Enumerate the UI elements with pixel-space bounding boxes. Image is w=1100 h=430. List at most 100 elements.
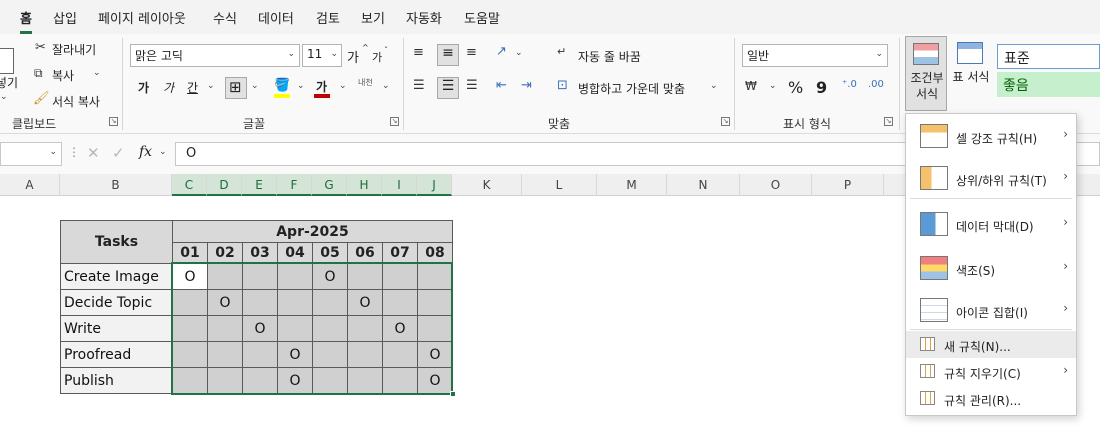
fill-handle[interactable]	[450, 391, 456, 397]
style-normal[interactable]: 표준	[997, 44, 1100, 69]
schedule-cell[interactable]	[242, 289, 278, 316]
fx-dropdown-icon[interactable]: ⌄	[159, 147, 167, 157]
schedule-cell[interactable]	[277, 289, 313, 316]
decrease-indent-icon[interactable]: ⇤	[496, 78, 507, 93]
top-bottom-rules-item[interactable]: 상위/하위 규칙(T) ›	[906, 156, 1076, 198]
copy-button[interactable]: 복사	[52, 67, 74, 84]
font-name-select[interactable]: 맑은 고딕 ⌄	[130, 44, 300, 67]
schedule-cell[interactable]	[207, 315, 243, 342]
tab-view[interactable]: 보기	[361, 8, 385, 27]
merge-center-button[interactable]: 병합하고 가운데 맞춤	[578, 80, 685, 97]
schedule-cell[interactable]	[207, 341, 243, 368]
enter-icon[interactable]: ✓	[112, 144, 125, 162]
percent-button[interactable]: %	[788, 78, 803, 97]
accounting-dropdown-icon[interactable]: ⌄	[769, 81, 777, 91]
schedule-cell[interactable]	[312, 315, 348, 342]
data-bars-item[interactable]: 데이터 막대(D) ›	[906, 202, 1076, 244]
schedule-cell[interactable]	[312, 289, 348, 316]
font-color-dropdown-icon[interactable]: ⌄	[339, 81, 347, 91]
paste-icon[interactable]	[0, 48, 14, 74]
schedule-cell[interactable]	[172, 315, 208, 342]
column-header-f[interactable]: F	[277, 174, 312, 196]
schedule-cell[interactable]	[417, 315, 453, 342]
fill-dropdown-icon[interactable]: ⌄	[297, 81, 305, 91]
task-name-cell[interactable]: Create Image	[60, 263, 173, 290]
tab-review[interactable]: 검토	[316, 8, 340, 27]
clear-rules-item[interactable]: 규칙 지우기(C) ›	[906, 358, 1076, 385]
column-header-a[interactable]: A	[0, 174, 60, 196]
number-launcher-icon[interactable]: ↘	[884, 117, 893, 126]
name-box[interactable]: ⌄	[0, 142, 62, 166]
cut-button[interactable]: 잘라내기	[52, 41, 96, 58]
color-scales-item[interactable]: 색조(S) ›	[906, 246, 1076, 288]
accounting-format-icon[interactable]: ₩	[745, 79, 757, 93]
align-right-icon[interactable]: ☰	[466, 78, 478, 93]
align-center-icon[interactable]: ☰	[437, 77, 459, 99]
align-middle-icon[interactable]: ≡	[437, 44, 459, 66]
schedule-cell[interactable]	[172, 289, 208, 316]
schedule-cell[interactable]	[207, 263, 243, 290]
schedule-cell[interactable]	[417, 289, 453, 316]
column-header-k[interactable]: K	[452, 174, 522, 196]
schedule-cell[interactable]	[312, 367, 348, 394]
phonetic-button[interactable]: 내천	[358, 78, 373, 87]
style-good[interactable]: 좋음	[997, 72, 1100, 97]
schedule-cell[interactable]: O	[312, 263, 348, 290]
tab-help[interactable]: 도움말	[464, 8, 500, 27]
schedule-cell[interactable]	[242, 367, 278, 394]
task-name-cell[interactable]: Write	[60, 315, 173, 342]
schedule-cell[interactable]	[277, 263, 313, 290]
clipboard-launcher-icon[interactable]: ↘	[109, 117, 118, 126]
schedule-cell[interactable]	[417, 263, 453, 290]
manage-rules-item[interactable]: 규칙 관리(R)...	[906, 385, 1076, 412]
schedule-cell[interactable]	[277, 315, 313, 342]
increase-indent-icon[interactable]: ⇥	[521, 78, 532, 93]
column-header-c[interactable]: C	[172, 174, 207, 196]
decrease-decimal-icon[interactable]: .00	[868, 79, 884, 90]
highlight-cell-rules-item[interactable]: 셀 강조 규칙(H) ›	[906, 114, 1076, 156]
schedule-cell[interactable]	[172, 341, 208, 368]
align-left-icon[interactable]: ☰	[413, 78, 425, 93]
column-header-p[interactable]: P	[812, 174, 884, 196]
font-color-button[interactable]: 가	[316, 78, 327, 95]
italic-button[interactable]: 가	[163, 79, 174, 96]
schedule-cell[interactable]: O	[347, 289, 383, 316]
cancel-icon[interactable]: ✕	[87, 144, 100, 162]
align-bottom-icon[interactable]: ≡	[466, 45, 477, 60]
column-header-h[interactable]: H	[347, 174, 382, 196]
shrink-font-button[interactable]: 가	[372, 49, 382, 65]
tab-data[interactable]: 데이터	[258, 8, 294, 27]
merge-dropdown-icon[interactable]: ⌄	[710, 81, 718, 91]
paste-dropdown-icon[interactable]: ⌄	[0, 92, 8, 102]
format-as-table-button[interactable]: 표 서식	[950, 36, 992, 111]
schedule-cell[interactable]: O	[417, 341, 453, 368]
schedule-cell[interactable]	[347, 315, 383, 342]
tab-automate[interactable]: 자동화	[406, 8, 442, 27]
schedule-cell[interactable]: O	[277, 341, 313, 368]
underline-button[interactable]: 간	[187, 79, 198, 96]
alignment-launcher-icon[interactable]: ↘	[721, 117, 730, 126]
schedule-cell[interactable]	[382, 289, 418, 316]
schedule-cell[interactable]	[382, 367, 418, 394]
column-header-j[interactable]: J	[417, 174, 452, 196]
column-header-i[interactable]: I	[382, 174, 417, 196]
column-header-l[interactable]: L	[522, 174, 597, 196]
column-header-d[interactable]: D	[207, 174, 242, 196]
column-header-e[interactable]: E	[242, 174, 277, 196]
schedule-cell[interactable]: O	[242, 315, 278, 342]
font-launcher-icon[interactable]: ↘	[390, 117, 399, 126]
grow-font-button[interactable]: 가	[347, 47, 359, 66]
increase-decimal-icon[interactable]: ⁺.0	[842, 79, 857, 90]
phonetic-dropdown-icon[interactable]: ⌄	[382, 81, 390, 91]
schedule-cell[interactable]	[382, 341, 418, 368]
schedule-cell[interactable]	[207, 367, 243, 394]
schedule-cell[interactable]	[242, 263, 278, 290]
orientation-icon[interactable]: ↗	[496, 44, 507, 59]
paste-button[interactable]: 붙여넣기	[0, 74, 18, 91]
schedule-cell[interactable]	[347, 367, 383, 394]
schedule-cell[interactable]	[172, 367, 208, 394]
align-top-icon[interactable]: ≡	[413, 45, 424, 60]
tab-home[interactable]: 홈	[20, 8, 32, 34]
borders-button[interactable]: ⊞	[225, 77, 247, 99]
schedule-cell[interactable]: O	[277, 367, 313, 394]
